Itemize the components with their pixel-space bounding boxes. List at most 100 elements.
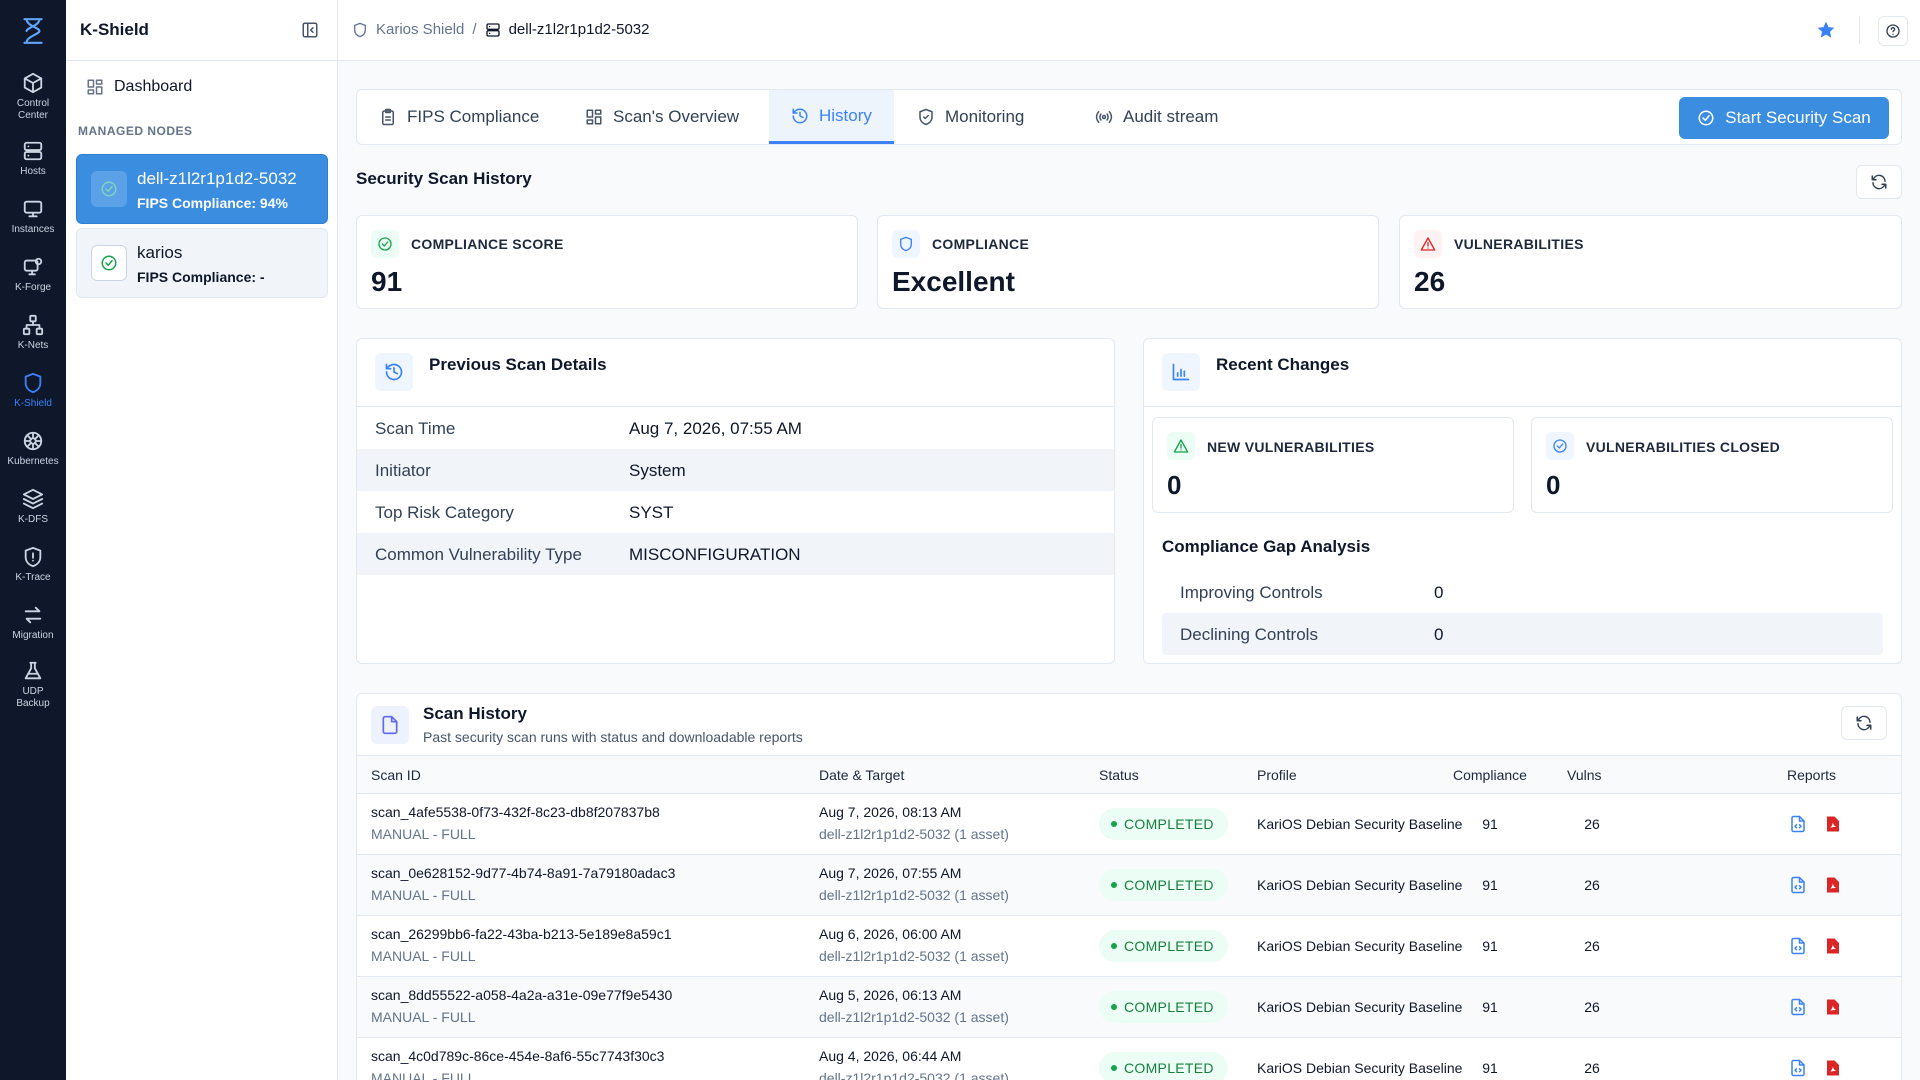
- tab-label: Audit stream: [1123, 107, 1219, 126]
- html-report-icon[interactable]: [1789, 1058, 1807, 1078]
- rail-item-k-dfs[interactable]: K-DFS: [0, 488, 66, 526]
- status-badge: COMPLETED: [1099, 869, 1228, 901]
- app-logo-icon[interactable]: [20, 16, 46, 46]
- html-report-icon[interactable]: [1789, 997, 1807, 1017]
- check-circle-icon: [378, 237, 392, 251]
- sidebar: K-Shield Dashboard MANAGED NODES dell-z1…: [66, 0, 338, 1080]
- tab-scans-overview[interactable]: Scan's Overview: [563, 90, 761, 144]
- node-item-dell[interactable]: dell-z1l2r1p1d2-5032 FIPS Compliance: 94…: [76, 154, 328, 224]
- rail-label: Control: [16, 98, 50, 109]
- sidebar-header: K-Shield: [66, 0, 337, 61]
- topbar: Karios Shield / dell-z1l2r1p1d2-5032: [338, 0, 1920, 61]
- pdf-report-icon[interactable]: [1824, 875, 1842, 895]
- vulnerabilities-card: VULNERABILITIES 26: [1399, 215, 1902, 309]
- scan-mode: MANUAL - FULL: [371, 1070, 476, 1080]
- detail-key: Top Risk Category: [375, 503, 514, 522]
- trace-icon: [24, 546, 42, 568]
- rail-item-k-trace[interactable]: K-Trace: [0, 546, 66, 584]
- scan-compliance: 91: [1482, 938, 1498, 954]
- refresh-icon: [1871, 174, 1887, 190]
- tab-audit-stream[interactable]: Audit stream: [1073, 90, 1240, 144]
- tab-label: Scan's Overview: [613, 107, 740, 126]
- html-report-icon[interactable]: [1789, 875, 1807, 895]
- column-header-compliance[interactable]: Compliance: [1453, 767, 1527, 783]
- rail-item-k-nets[interactable]: K-Nets: [0, 314, 66, 352]
- table-row[interactable]: scan_4afe5538-0f73-432f-8c23-db8f207837b…: [357, 794, 1901, 855]
- table-row[interactable]: scan_26299bb6-fa22-43ba-b213-5e189e8a59c…: [357, 916, 1901, 977]
- broadcast-icon: [1095, 111, 1113, 123]
- refresh-history-button[interactable]: [1856, 165, 1902, 199]
- rail-item-k-shield[interactable]: K-Shield: [0, 372, 66, 410]
- scan-date: Aug 7, 2026, 08:13 AM: [819, 804, 962, 820]
- scan-vulns: 26: [1584, 938, 1600, 954]
- rail-item-migration[interactable]: Migration: [0, 604, 66, 642]
- pdf-report-icon[interactable]: [1824, 814, 1842, 834]
- rail-item-control-center[interactable]: Control Center: [0, 72, 66, 122]
- metric-icon-box: [1546, 432, 1574, 460]
- table-row[interactable]: scan_0e628152-9d77-4b74-8a91-7a79180adac…: [357, 855, 1901, 916]
- refresh-scan-history-button[interactable]: [1841, 706, 1887, 740]
- rail-item-udp-backup[interactable]: UDP Backup: [0, 660, 66, 710]
- scan-date: Aug 6, 2026, 06:00 AM: [819, 926, 962, 942]
- pdf-report-icon[interactable]: [1824, 1058, 1842, 1078]
- column-header-profile[interactable]: Profile: [1257, 767, 1297, 783]
- star-icon[interactable]: [1816, 20, 1836, 40]
- file-icon: [382, 715, 398, 735]
- dashboard-label: Dashboard: [114, 78, 193, 95]
- column-header-scan-id[interactable]: Scan ID: [371, 767, 421, 783]
- rail-item-kubernetes[interactable]: Kubernetes: [0, 430, 66, 468]
- table-row[interactable]: scan_4c0d789c-86ce-454e-8af6-55c7743f30c…: [357, 1038, 1901, 1080]
- node-name: dell-z1l2r1p1d2-5032: [137, 169, 297, 188]
- metric-icon-box: [892, 230, 920, 258]
- table-row[interactable]: scan_8dd55522-a058-4a2a-a31e-09e77f9e543…: [357, 977, 1901, 1038]
- pdf-report-icon[interactable]: [1824, 936, 1842, 956]
- scan-vulns: 26: [1584, 999, 1600, 1015]
- column-header-date[interactable]: Date & Target: [819, 767, 904, 783]
- scan-compliance: 91: [1482, 816, 1498, 832]
- detail-key: Scan Time: [375, 419, 456, 438]
- scan-profile: KariOS Debian Security Baseline: [1257, 816, 1463, 832]
- check-circle-icon: [101, 181, 117, 197]
- alert-triangle-icon: [1173, 439, 1189, 453]
- breadcrumb-root[interactable]: Karios Shield: [376, 21, 464, 38]
- rail-label: Hosts: [20, 166, 46, 177]
- metric-value: 0: [1546, 470, 1561, 500]
- tab-label: FIPS Compliance: [407, 107, 540, 126]
- pdf-report-icon[interactable]: [1824, 997, 1842, 1017]
- html-report-icon[interactable]: [1789, 936, 1807, 956]
- rail-item-hosts[interactable]: Hosts: [0, 140, 66, 178]
- gap-key: Improving Controls: [1180, 583, 1323, 602]
- column-header-status[interactable]: Status: [1099, 767, 1139, 783]
- node-compliance: FIPS Compliance: 94%: [137, 195, 288, 211]
- scan-history-panel: Scan History Past security scan runs wit…: [356, 693, 1902, 1080]
- rail-item-k-forge[interactable]: K-Forge: [0, 256, 66, 294]
- tab-monitoring[interactable]: Monitoring: [895, 90, 1046, 144]
- scan-target: dell-z1l2r1p1d2-5032 (1 asset): [819, 1070, 1009, 1080]
- tab-fips-compliance[interactable]: FIPS Compliance: [357, 90, 561, 144]
- sidebar-item-dashboard[interactable]: Dashboard: [86, 78, 192, 96]
- detail-row: Scan Time Aug 7, 2026, 07:55 AM: [357, 407, 1114, 449]
- arrows-icon: [24, 606, 42, 624]
- status-dot: [1111, 1004, 1117, 1010]
- gap-key: Declining Controls: [1180, 625, 1318, 644]
- rail-item-instances[interactable]: Instances: [0, 198, 66, 236]
- html-report-icon[interactable]: [1789, 814, 1807, 834]
- scan-id: scan_8dd55522-a058-4a2a-a31e-09e77f9e543…: [371, 987, 673, 1003]
- status-dot: [1111, 1065, 1117, 1071]
- sidebar-title: K-Shield: [80, 20, 149, 39]
- start-security-scan-button[interactable]: Start Security Scan: [1679, 97, 1889, 139]
- column-header-vulns[interactable]: Vulns: [1567, 767, 1602, 783]
- status-dot: [1111, 882, 1117, 888]
- node-item-karios[interactable]: karios FIPS Compliance: -: [76, 228, 328, 298]
- tab-history[interactable]: History: [769, 90, 894, 144]
- rail-label: Migration: [12, 630, 54, 641]
- metric-label: VULNERABILITIES: [1454, 236, 1584, 252]
- metric-icon-box: [1414, 230, 1442, 258]
- clipboard-icon: [382, 108, 394, 126]
- check-circle-icon: [101, 255, 117, 271]
- scan-id: scan_0e628152-9d77-4b74-8a91-7a79180adac…: [371, 865, 676, 881]
- rail-label: Kubernetes: [7, 456, 59, 467]
- scan-id: scan_4c0d789c-86ce-454e-8af6-55c7743f30c…: [371, 1048, 665, 1064]
- help-button[interactable]: [1878, 16, 1908, 46]
- collapse-sidebar-icon[interactable]: [301, 21, 319, 39]
